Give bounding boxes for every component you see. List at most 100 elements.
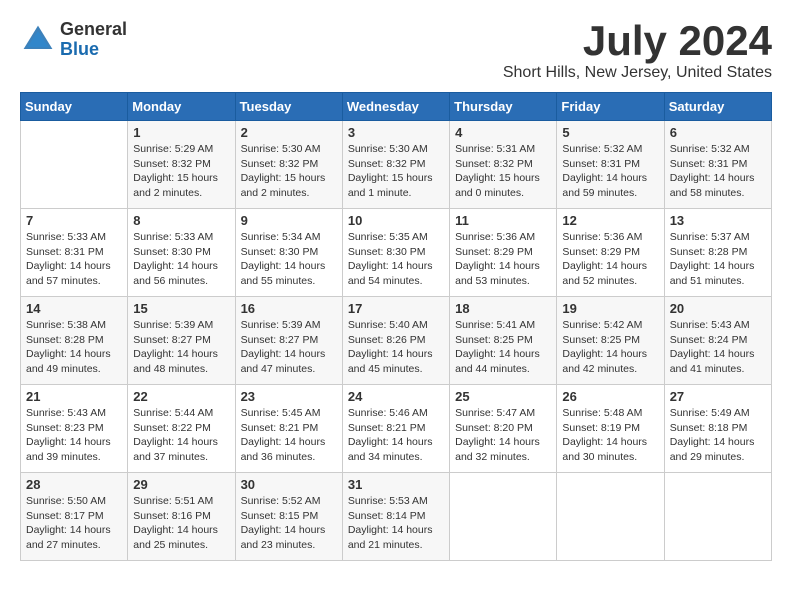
day-info: Sunrise: 5:33 AM Sunset: 8:30 PM Dayligh… [133,230,229,289]
day-number: 2 [241,125,337,140]
day-info: Sunrise: 5:41 AM Sunset: 8:25 PM Dayligh… [455,318,551,377]
day-number: 12 [562,213,658,228]
calendar-week-2: 14 Sunrise: 5:38 AM Sunset: 8:28 PM Dayli… [21,297,772,385]
page-header: General Blue July 2024 Short Hills, New … [20,20,772,82]
day-info: Sunrise: 5:30 AM Sunset: 8:32 PM Dayligh… [348,142,444,201]
day-number: 11 [455,213,551,228]
day-number: 29 [133,477,229,492]
calendar-cell: 30Sunrise: 5:52 AM Sunset: 8:15 PM Dayli… [235,473,342,561]
day-info: Sunrise: 5:38 AM Sunset: 8:28 PM Dayligh… [26,318,122,377]
calendar-cell: 24 Sunrise: 5:46 AM Sunset: 8:21 PM Dayli… [342,385,449,473]
day-info: Sunrise: 5:50 AM Sunset: 8:17 PM Dayligh… [26,494,122,553]
day-info: Sunrise: 5:51 AM Sunset: 8:16 PM Dayligh… [133,494,229,553]
calendar-cell: 6Sunrise: 5:32 AM Sunset: 8:31 PM Daylig… [664,121,771,209]
day-number: 26 [562,389,658,404]
header-cell-tuesday: Tuesday [235,93,342,121]
header-cell-monday: Monday [128,93,235,121]
logo-text: General Blue [60,20,127,60]
location-subtitle: Short Hills, New Jersey, United States [503,64,772,82]
calendar-cell [450,473,557,561]
header-cell-saturday: Saturday [664,93,771,121]
calendar-cell: 28Sunrise: 5:50 AM Sunset: 8:17 PM Dayli… [21,473,128,561]
calendar-cell [664,473,771,561]
day-number: 9 [241,213,337,228]
day-number: 16 [241,301,337,316]
day-number: 3 [348,125,444,140]
day-info: Sunrise: 5:53 AM Sunset: 8:14 PM Dayligh… [348,494,444,553]
day-info: Sunrise: 5:34 AM Sunset: 8:30 PM Dayligh… [241,230,337,289]
day-number: 4 [455,125,551,140]
day-number: 5 [562,125,658,140]
day-info: Sunrise: 5:46 AM Sunset: 8:21 PM Dayligh… [348,406,444,465]
logo-blue: Blue [60,40,127,60]
calendar-cell: 4 Sunrise: 5:31 AM Sunset: 8:32 PM Daylig… [450,121,557,209]
day-info: Sunrise: 5:43 AM Sunset: 8:24 PM Dayligh… [670,318,766,377]
calendar-cell: 25 Sunrise: 5:47 AM Sunset: 8:20 PM Dayli… [450,385,557,473]
calendar-cell: 1 Sunrise: 5:29 AM Sunset: 8:32 PM Daylig… [128,121,235,209]
calendar-cell: 26 Sunrise: 5:48 AM Sunset: 8:19 PM Dayli… [557,385,664,473]
calendar-cell: 13Sunrise: 5:37 AM Sunset: 8:28 PM Dayli… [664,209,771,297]
calendar-cell [557,473,664,561]
day-info: Sunrise: 5:31 AM Sunset: 8:32 PM Dayligh… [455,142,551,201]
calendar-cell: 12 Sunrise: 5:36 AM Sunset: 8:29 PM Dayli… [557,209,664,297]
day-number: 24 [348,389,444,404]
calendar-week-1: 7 Sunrise: 5:33 AM Sunset: 8:31 PM Daylig… [21,209,772,297]
day-info: Sunrise: 5:42 AM Sunset: 8:25 PM Dayligh… [562,318,658,377]
calendar-cell: 31 Sunrise: 5:53 AM Sunset: 8:14 PM Dayli… [342,473,449,561]
calendar-cell: 29 Sunrise: 5:51 AM Sunset: 8:16 PM Dayli… [128,473,235,561]
header-cell-sunday: Sunday [21,93,128,121]
day-info: Sunrise: 5:35 AM Sunset: 8:30 PM Dayligh… [348,230,444,289]
day-info: Sunrise: 5:36 AM Sunset: 8:29 PM Dayligh… [562,230,658,289]
day-number: 21 [26,389,122,404]
calendar-header: SundayMondayTuesdayWednesdayThursdayFrid… [21,93,772,121]
day-number: 19 [562,301,658,316]
calendar-cell: 5Sunrise: 5:32 AM Sunset: 8:31 PM Daylig… [557,121,664,209]
day-info: Sunrise: 5:39 AM Sunset: 8:27 PM Dayligh… [241,318,337,377]
day-number: 20 [670,301,766,316]
day-number: 10 [348,213,444,228]
calendar-cell: 18Sunrise: 5:41 AM Sunset: 8:25 PM Dayli… [450,297,557,385]
header-row: SundayMondayTuesdayWednesdayThursdayFrid… [21,93,772,121]
day-number: 23 [241,389,337,404]
calendar-cell: 16 Sunrise: 5:39 AM Sunset: 8:27 PM Dayli… [235,297,342,385]
day-number: 22 [133,389,229,404]
day-number: 1 [133,125,229,140]
day-info: Sunrise: 5:32 AM Sunset: 8:31 PM Dayligh… [670,142,766,201]
calendar-cell: 23 Sunrise: 5:45 AM Sunset: 8:21 PM Dayli… [235,385,342,473]
day-number: 31 [348,477,444,492]
day-info: Sunrise: 5:49 AM Sunset: 8:18 PM Dayligh… [670,406,766,465]
title-block: July 2024 Short Hills, New Jersey, Unite… [503,20,772,82]
logo-general: General [60,20,127,40]
day-info: Sunrise: 5:37 AM Sunset: 8:28 PM Dayligh… [670,230,766,289]
calendar-body: 1 Sunrise: 5:29 AM Sunset: 8:32 PM Daylig… [21,121,772,561]
day-info: Sunrise: 5:29 AM Sunset: 8:32 PM Dayligh… [133,142,229,201]
calendar-cell: 22Sunrise: 5:44 AM Sunset: 8:22 PM Dayli… [128,385,235,473]
header-cell-wednesday: Wednesday [342,93,449,121]
day-number: 14 [26,301,122,316]
day-info: Sunrise: 5:48 AM Sunset: 8:19 PM Dayligh… [562,406,658,465]
header-cell-friday: Friday [557,93,664,121]
day-number: 30 [241,477,337,492]
day-info: Sunrise: 5:40 AM Sunset: 8:26 PM Dayligh… [348,318,444,377]
calendar-cell: 11Sunrise: 5:36 AM Sunset: 8:29 PM Dayli… [450,209,557,297]
day-number: 15 [133,301,229,316]
calendar-table: SundayMondayTuesdayWednesdayThursdayFrid… [20,92,772,561]
calendar-cell: 21 Sunrise: 5:43 AM Sunset: 8:23 PM Dayli… [21,385,128,473]
day-info: Sunrise: 5:33 AM Sunset: 8:31 PM Dayligh… [26,230,122,289]
day-info: Sunrise: 5:39 AM Sunset: 8:27 PM Dayligh… [133,318,229,377]
day-number: 7 [26,213,122,228]
calendar-cell: 19 Sunrise: 5:42 AM Sunset: 8:25 PM Dayli… [557,297,664,385]
calendar-cell: 8 Sunrise: 5:33 AM Sunset: 8:30 PM Daylig… [128,209,235,297]
day-number: 25 [455,389,551,404]
day-info: Sunrise: 5:47 AM Sunset: 8:20 PM Dayligh… [455,406,551,465]
day-number: 8 [133,213,229,228]
calendar-cell: 20 Sunrise: 5:43 AM Sunset: 8:24 PM Dayli… [664,297,771,385]
calendar-week-0: 1 Sunrise: 5:29 AM Sunset: 8:32 PM Daylig… [21,121,772,209]
calendar-cell: 27Sunrise: 5:49 AM Sunset: 8:18 PM Dayli… [664,385,771,473]
month-year-title: July 2024 [503,20,772,62]
day-info: Sunrise: 5:45 AM Sunset: 8:21 PM Dayligh… [241,406,337,465]
calendar-cell: 2 Sunrise: 5:30 AM Sunset: 8:32 PM Daylig… [235,121,342,209]
day-info: Sunrise: 5:30 AM Sunset: 8:32 PM Dayligh… [241,142,337,201]
calendar-cell: 14 Sunrise: 5:38 AM Sunset: 8:28 PM Dayli… [21,297,128,385]
day-info: Sunrise: 5:43 AM Sunset: 8:23 PM Dayligh… [26,406,122,465]
